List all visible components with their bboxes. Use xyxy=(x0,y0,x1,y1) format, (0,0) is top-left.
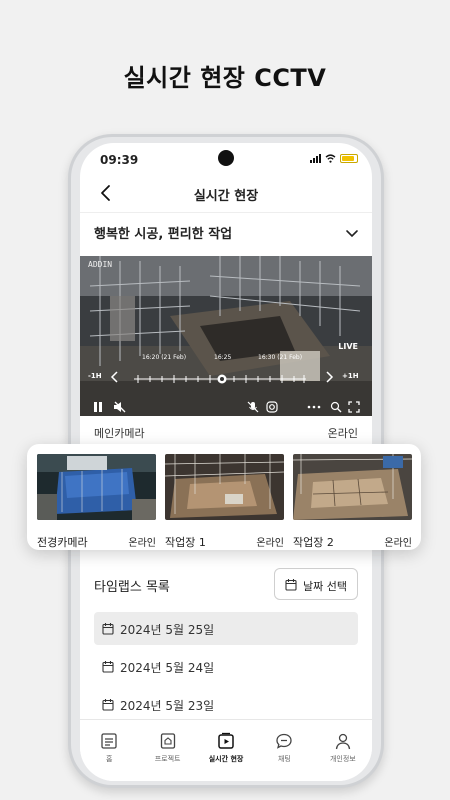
home-icon xyxy=(101,733,117,749)
battery-icon xyxy=(340,154,358,163)
mic-off-icon xyxy=(247,401,259,413)
timeline-label-end: 16:30 (21 Feb) xyxy=(258,354,303,361)
chevron-down-icon[interactable] xyxy=(344,225,360,241)
fullscreen-icon xyxy=(348,401,360,413)
chat-icon xyxy=(276,733,293,749)
camera-thumbnail xyxy=(293,454,412,520)
main-camera-status: 온라인 xyxy=(327,427,358,440)
camera-thumbnail xyxy=(37,454,156,520)
rewind-1h-button[interactable]: -1H xyxy=(88,372,102,380)
pause-button[interactable] xyxy=(92,401,104,413)
more-horizontal-icon xyxy=(307,405,321,409)
timeline-scrubber[interactable] xyxy=(134,374,306,384)
more-options-button[interactable] xyxy=(307,401,321,413)
timelapse-header: 타임랩스 목록 날짜 선택 xyxy=(80,568,372,602)
calendar-icon xyxy=(102,699,114,711)
timelapse-date-list: 2024년 5월 25일 2024년 5월 24일 2024년 5월 23일 xyxy=(94,612,358,726)
nav-profile[interactable]: 개인정보 xyxy=(314,720,372,781)
snapshot-button[interactable] xyxy=(266,401,278,413)
camera-status: 온라인 xyxy=(256,538,284,549)
date-label: 2024년 5월 23일 xyxy=(120,699,215,713)
nav-label: 채팅 xyxy=(277,755,291,763)
site-selector[interactable]: 행복한 시공, 편리한 작업 xyxy=(80,221,372,245)
person-icon xyxy=(335,733,350,750)
front-camera xyxy=(218,150,234,166)
camera-name: 전경카메라 xyxy=(37,536,88,549)
timeline-label-start: 16:20 (21 Feb) xyxy=(142,354,187,361)
timeline-label-mid: 16:25 xyxy=(214,354,232,361)
fullscreen-button[interactable] xyxy=(348,401,360,413)
wifi-icon xyxy=(325,154,336,163)
speaker-muted-icon xyxy=(114,401,126,413)
forward-1h-button[interactable]: +1H xyxy=(342,372,359,380)
project-icon xyxy=(160,733,175,749)
nav-live-site[interactable]: 실시간 현장 xyxy=(197,720,255,781)
date-select-button[interactable]: 날짜 선택 xyxy=(274,568,358,600)
camera-item-workshop-1[interactable]: 작업장 1 온라인 xyxy=(165,454,284,549)
camera-thumbnail xyxy=(165,454,284,520)
camera-overlay-badge: ADDIN xyxy=(88,260,113,269)
camera-item-workshop-2[interactable]: 작업장 2 온라인 xyxy=(293,454,412,549)
app-bar: 실시간 현장 xyxy=(80,175,372,213)
live-video-icon xyxy=(218,732,234,749)
date-label: 2024년 5월 25일 xyxy=(120,623,215,637)
status-bar: 09:39 xyxy=(80,143,372,175)
nav-label: 실시간 현장 xyxy=(208,755,244,763)
date-label: 2024년 5월 24일 xyxy=(120,661,215,675)
pause-icon xyxy=(94,402,102,412)
camera-status: 온라인 xyxy=(384,538,412,549)
camera-icon xyxy=(266,401,278,413)
bottom-navigation: 홈 프로젝트 실시간 현장 채팅 개인정보 xyxy=(80,719,372,781)
nav-chat[interactable]: 채팅 xyxy=(255,720,313,781)
mute-button[interactable] xyxy=(113,401,127,413)
chevron-right-icon[interactable] xyxy=(324,370,334,384)
site-name: 행복한 시공, 편리한 작업 xyxy=(94,227,233,242)
list-item[interactable]: 2024년 5월 23일 xyxy=(94,688,358,721)
camera-name: 작업장 2 xyxy=(293,536,334,549)
chevron-left-icon[interactable] xyxy=(110,370,120,384)
signal-icon xyxy=(310,154,321,163)
status-time: 09:39 xyxy=(100,153,139,167)
nav-home[interactable]: 홈 xyxy=(80,720,138,781)
page-headline: 실시간 현장 CCTV xyxy=(123,64,327,92)
cctv-video-player[interactable]: ADDIN LIVE 16:20 (21 Feb) 16:25 16:30 (2… xyxy=(80,256,372,416)
main-camera-row: 메인카메라 온라인 xyxy=(80,423,372,443)
nav-project[interactable]: 프로젝트 xyxy=(138,720,196,781)
construction-site-video-frame xyxy=(80,256,372,416)
nav-label: 개인정보 xyxy=(329,755,356,763)
list-item[interactable]: 2024년 5월 24일 xyxy=(94,650,358,683)
nav-label: 홈 xyxy=(105,755,113,763)
status-icons xyxy=(310,154,358,163)
list-item[interactable]: 2024년 5월 25일 xyxy=(94,612,358,645)
nav-label: 프로젝트 xyxy=(154,755,181,763)
calendar-icon xyxy=(285,579,297,591)
zoom-icon xyxy=(330,401,342,413)
camera-item-overview[interactable]: 전경카메라 온라인 xyxy=(37,454,156,549)
main-camera-name: 메인카메라 xyxy=(94,427,145,440)
camera-selector-card: 전경카메라 온라인 작업장 1 온라인 작업장 2 온라인 xyxy=(27,444,421,550)
live-indicator[interactable]: LIVE xyxy=(338,342,358,351)
camera-status: 온라인 xyxy=(128,538,156,549)
calendar-icon xyxy=(102,661,114,673)
page-title: 실시간 현장 xyxy=(193,189,259,204)
mic-mute-button[interactable] xyxy=(247,401,259,413)
calendar-icon xyxy=(102,623,114,635)
date-select-label: 날짜 선택 xyxy=(303,580,347,593)
camera-name: 작업장 1 xyxy=(165,536,206,549)
zoom-button[interactable] xyxy=(330,401,342,413)
timelapse-title: 타임랩스 목록 xyxy=(94,580,170,595)
